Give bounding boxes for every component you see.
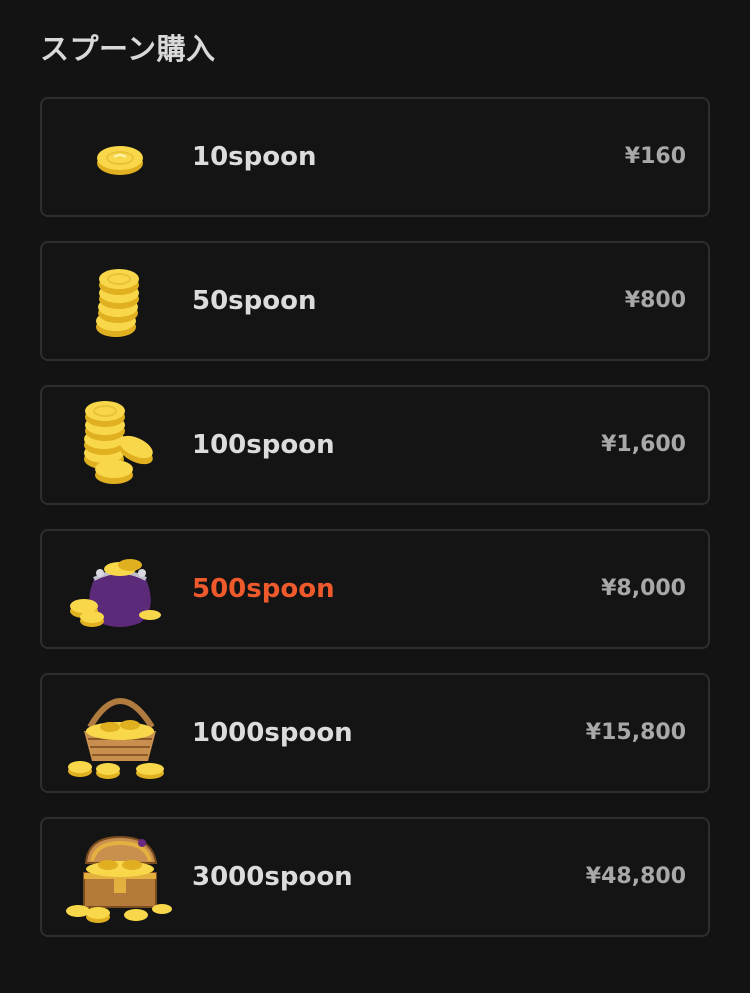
package-price: ¥160 bbox=[624, 144, 686, 169]
package-amount: 3000spoon bbox=[192, 862, 353, 892]
package-price: ¥15,800 bbox=[585, 720, 686, 745]
page-title: スプーン購入 bbox=[40, 32, 216, 66]
package-amount: 100spoon bbox=[192, 430, 335, 460]
spoon-package-10[interactable]: 10spoon ¥160 bbox=[40, 97, 710, 217]
spoon-package-1000[interactable]: 1000spoon ¥15,800 bbox=[40, 673, 710, 793]
package-price: ¥1,600 bbox=[601, 432, 686, 457]
package-amount: 50spoon bbox=[192, 286, 317, 316]
spoon-package-3000[interactable]: 3000spoon ¥48,800 bbox=[40, 817, 710, 937]
spoon-package-50[interactable]: 50spoon ¥800 bbox=[40, 241, 710, 361]
spoon-package-100[interactable]: 100spoon ¥1,600 bbox=[40, 385, 710, 505]
package-price: ¥48,800 bbox=[585, 864, 686, 889]
package-price: ¥800 bbox=[624, 288, 686, 313]
single-coin-icon bbox=[64, 103, 176, 211]
coin-purse-icon bbox=[64, 535, 176, 643]
spoon-package-500[interactable]: 500spoon ¥8,000 bbox=[40, 529, 710, 649]
coin-piles-icon bbox=[64, 391, 176, 499]
package-amount: 500spoon bbox=[192, 574, 335, 604]
package-price: ¥8,000 bbox=[601, 576, 686, 601]
spoon-purchase-page: スプーン購入 10spoon ¥160 50spoon ¥800 100spoo… bbox=[0, 0, 750, 993]
treasure-chest-icon bbox=[64, 823, 176, 931]
coin-stack-icon bbox=[64, 247, 176, 355]
spoon-package-list: 10spoon ¥160 50spoon ¥800 100spoon ¥1,60… bbox=[40, 97, 710, 961]
coin-basket-icon bbox=[64, 679, 176, 787]
package-amount: 1000spoon bbox=[192, 718, 353, 748]
package-amount: 10spoon bbox=[192, 142, 317, 172]
